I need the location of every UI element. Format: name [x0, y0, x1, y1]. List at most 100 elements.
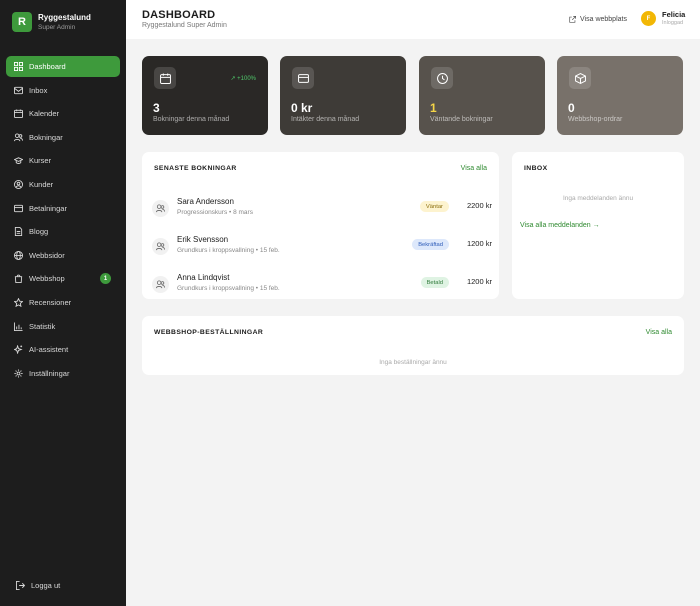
sidebar-item-kunder[interactable]: Kunder: [6, 174, 120, 195]
panel-title: WEBBSHOP-BESTÄLLNINGAR: [154, 329, 264, 336]
sidebar-item-webbshop[interactable]: Webbshop 1: [6, 268, 120, 289]
booking-course: Grundkurs i kroppsvallning • 15 feb.: [177, 285, 280, 292]
stat-card-webshop-orders[interactable]: 0 Webbshop-ordrar: [557, 56, 683, 135]
webshop-orders-empty-text: Inga beställningar ännu: [379, 359, 447, 366]
user-circle-icon: [14, 179, 23, 189]
stat-value: 1: [430, 101, 437, 115]
sidebar-item-label: AI-assistent: [29, 345, 69, 355]
sparkle-icon: [14, 345, 23, 355]
status-badge: Väntar: [419, 201, 449, 212]
inbox-panel: INBOX Inga meddelanden ännu Visa alla me…: [512, 152, 684, 299]
clock-icon: [431, 67, 453, 89]
stat-card-revenue[interactable]: 0 kr Intäkter denna månad: [280, 56, 406, 135]
panel-title: INBOX: [524, 165, 548, 172]
sidebar-item-label: Kalender: [29, 109, 60, 119]
credit-card-icon: [292, 67, 314, 89]
stat-delta: ↗ +100%: [230, 76, 256, 82]
calendar-icon: [14, 109, 23, 119]
webbshop-count-badge: 1: [100, 273, 111, 285]
view-all-messages-link[interactable]: Visa alla meddelanden →: [520, 222, 600, 229]
stat-card-bookings[interactable]: ↗ +100% 3 Bokningar denna månad: [142, 56, 268, 135]
brand[interactable]: R Ryggestalund Super Admin: [12, 12, 91, 32]
users-icon: [14, 133, 23, 142]
sidebar: R Ryggestalund Super Admin Dashboard Inb…: [0, 0, 126, 606]
recent-bookings-panel: SENASTE BOKNINGAR Visa alla Sara Anderss…: [142, 152, 499, 299]
stat-card-pending[interactable]: 1 Väntande bokningar: [419, 56, 545, 135]
users-icon: [152, 200, 169, 217]
list-item[interactable]: Anna Lindqvist Grundkurs i kroppsvallnin…: [152, 271, 492, 301]
list-item[interactable]: Erik Svensson Grundkurs i kroppsvallning…: [152, 233, 492, 263]
panel-title: SENASTE BOKNINGAR: [154, 165, 237, 172]
stat-label: Väntande bokningar: [430, 116, 493, 123]
brand-role: Super Admin: [38, 23, 76, 31]
sidebar-item-kurser[interactable]: Kurser: [6, 150, 120, 171]
calendar-icon: [154, 67, 176, 89]
visit-website-button[interactable]: Visa webbplats: [562, 10, 634, 29]
sidebar-item-recensioner[interactable]: Recensioner: [6, 292, 120, 313]
brand-name: Ryggestalund: [38, 12, 91, 22]
stat-value: 0: [568, 101, 575, 115]
external-link-icon: [569, 16, 577, 23]
globe-icon: [14, 250, 23, 260]
logout-icon: [16, 581, 25, 590]
booking-price: 2200 kr: [466, 201, 492, 210]
page-subtitle: Ryggestalund Super Admin: [142, 22, 227, 29]
sidebar-item-dashboard[interactable]: Dashboard: [6, 56, 120, 77]
sidebar-item-betalningar[interactable]: Betalningar: [6, 198, 120, 219]
grid-icon: [14, 62, 23, 71]
visit-website-label: Visa webbplats: [580, 16, 627, 23]
booking-name: Anna Lindqvist: [177, 273, 230, 282]
list-item[interactable]: Sara Andersson Progressionskurs • 8 mars…: [152, 195, 492, 225]
document-icon: [14, 227, 23, 237]
sidebar-item-bokningar[interactable]: Bokningar: [6, 127, 120, 148]
sidebar-item-webbsidor[interactable]: Webbsidor: [6, 245, 120, 266]
booking-name: Erik Svensson: [177, 235, 229, 244]
webshop-orders-panel: WEBBSHOP-BESTÄLLNINGAR Visa alla Inga be…: [142, 316, 684, 375]
status-badge: Bekräftad: [412, 239, 449, 250]
mail-icon: [14, 86, 23, 95]
sidebar-item-label: Betalningar: [29, 203, 67, 213]
box-icon: [569, 67, 591, 89]
sidebar-item-label: Blogg: [29, 227, 49, 237]
sidebar-item-label: Dashboard: [29, 62, 66, 71]
bar-chart-icon: [14, 321, 23, 331]
booking-course: Grundkurs i kroppsvallning • 15 feb.: [177, 247, 280, 254]
user-status: Inloggad: [662, 20, 684, 26]
sidebar-item-ai-assistent[interactable]: AI-assistent: [6, 339, 120, 360]
avatar: F: [641, 11, 656, 26]
status-badge: Betald: [420, 277, 449, 288]
sidebar-item-blogg[interactable]: Blogg: [6, 221, 120, 242]
sidebar-item-inbox[interactable]: Inbox: [6, 80, 120, 101]
stat-label: Bokningar denna månad: [153, 116, 230, 123]
stat-value: 0 kr: [291, 101, 313, 115]
shopping-bag-icon: [14, 274, 23, 284]
gear-icon: [14, 369, 23, 378]
booking-price: 1200 kr: [466, 239, 492, 248]
brand-logo: R: [12, 12, 32, 32]
sidebar-item-label: Statistik: [29, 321, 56, 331]
sidebar-item-statistik[interactable]: Statistik: [6, 316, 120, 337]
sidebar-item-installningar[interactable]: Inställningar: [6, 363, 120, 384]
booking-course: Progressionskurs • 8 mars: [177, 209, 253, 216]
logout-label: Logga ut: [31, 581, 61, 590]
users-icon: [152, 276, 169, 293]
users-icon: [152, 238, 169, 255]
graduation-cap-icon: [14, 156, 23, 165]
sidebar-item-label: Kunder: [29, 179, 54, 189]
sidebar-item-kalender[interactable]: Kalender: [6, 103, 120, 124]
inbox-empty-text: Inga meddelanden ännu: [562, 195, 634, 202]
sidebar-item-label: Webbsidor: [29, 250, 65, 260]
sidebar-item-label: Recensioner: [29, 297, 72, 307]
sidebar-item-label: Webbshop: [29, 274, 65, 284]
stat-label: Intäkter denna månad: [291, 116, 360, 123]
sidebar-item-label: Kurser: [29, 156, 52, 166]
user-menu[interactable]: F Felicia Inloggad: [641, 10, 685, 27]
credit-card-icon: [14, 204, 23, 213]
logout-button[interactable]: Logga ut: [16, 581, 60, 590]
booking-price: 1200 kr: [466, 277, 492, 286]
view-all-orders-link[interactable]: Visa alla: [646, 329, 672, 336]
sidebar-nav: Dashboard Inbox Kalender Bokningar Kurse…: [6, 56, 120, 386]
top-header: DASHBOARD Ryggestalund Super Admin Visa …: [126, 0, 700, 39]
view-all-bookings-link[interactable]: Visa alla: [461, 165, 487, 172]
booking-name: Sara Andersson: [177, 197, 234, 206]
